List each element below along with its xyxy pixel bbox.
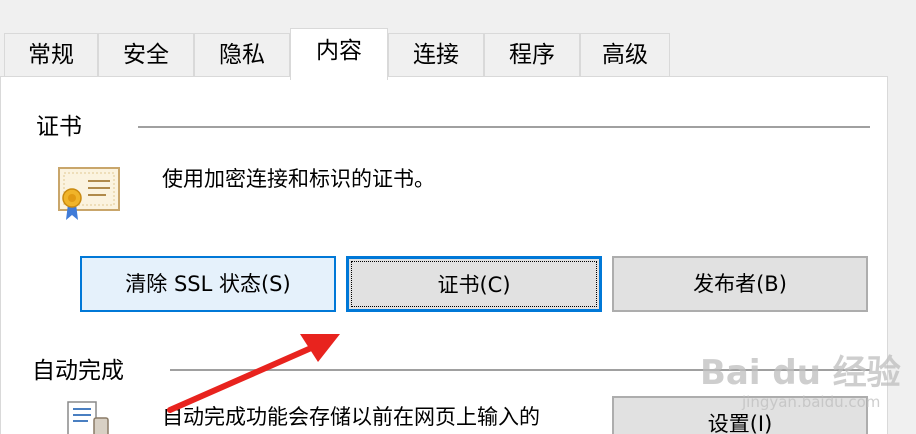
tab-programs[interactable]: 程序 [484,33,580,77]
publishers-button[interactable]: 发布者(B) [612,256,868,312]
autocomplete-description: 自动完成功能会存储以前在网页上输入的 [162,405,540,429]
tab-advanced[interactable]: 高级 [580,33,670,77]
tab-content[interactable]: 内容 [290,28,388,80]
baidu-watermark-logo: Bai du 经验 [700,353,901,393]
autocomplete-icon [67,401,109,434]
certificates-description: 使用加密连接和标识的证书。 [162,167,435,191]
tab-strip: 常规 安全 隐私 内容 连接 程序 高级 [0,0,916,80]
tab-connections[interactable]: 连接 [388,33,484,77]
certificate-icon [58,167,120,220]
baidu-watermark-url: jingyan.baidu.com [742,393,881,411]
autocomplete-group-label: 自动完成 [32,356,124,386]
tab-security[interactable]: 安全 [98,33,194,77]
certificates-group-label: 证书 [36,112,82,142]
tab-privacy[interactable]: 隐私 [194,33,290,77]
tab-general[interactable]: 常规 [4,33,98,77]
certificates-button[interactable]: 证书(C) [346,256,602,312]
clear-ssl-state-button[interactable]: 清除 SSL 状态(S) [80,256,336,312]
internet-options-dialog: 常规 安全 隐私 内容 连接 程序 高级 证书 使用加密连接和标识的证书。 清除… [0,0,916,434]
certificates-group-divider [138,126,870,128]
